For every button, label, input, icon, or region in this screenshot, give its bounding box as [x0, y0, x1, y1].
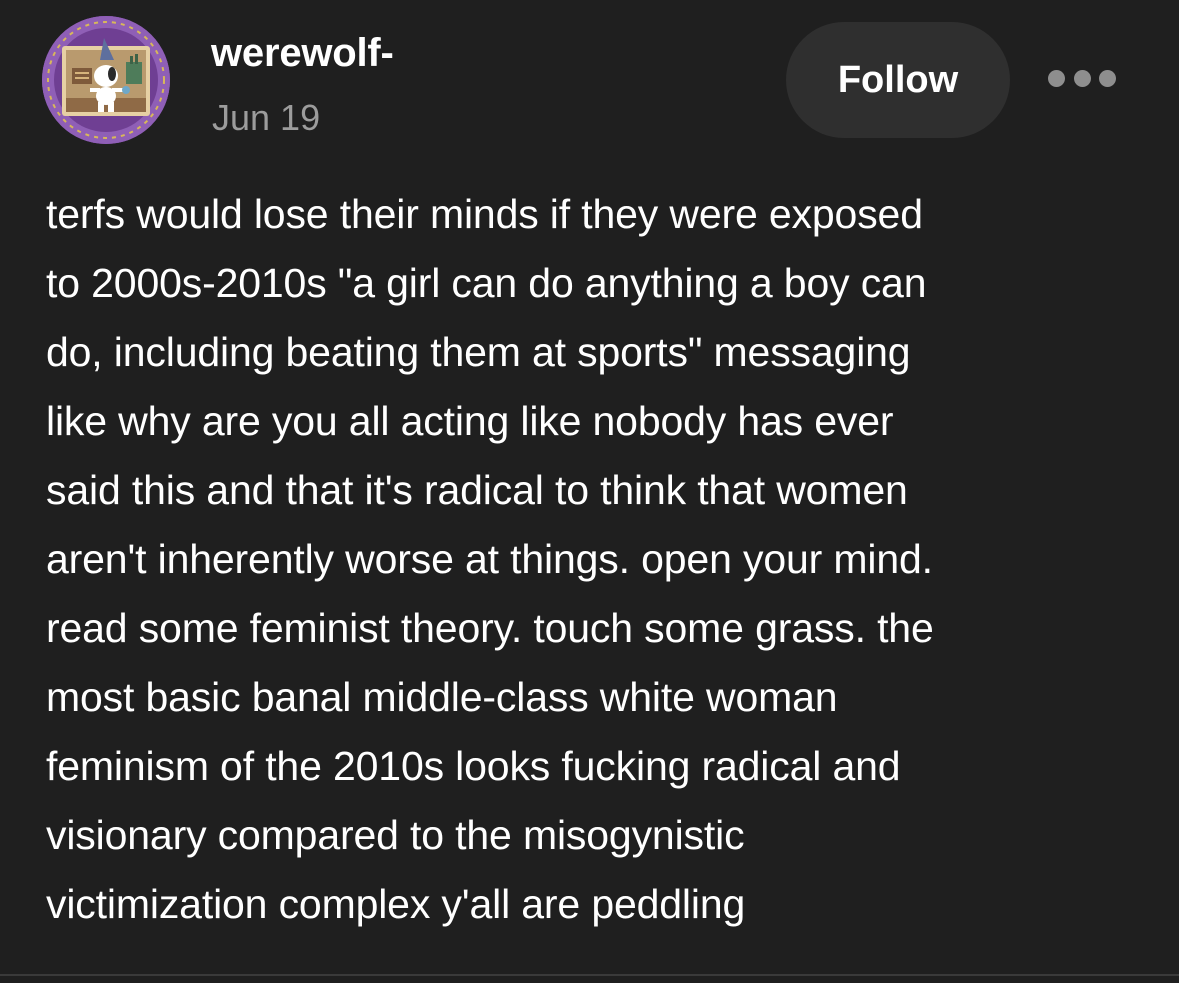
author-username[interactable]: werewolf-	[211, 28, 394, 78]
ellipsis-icon	[1073, 69, 1091, 87]
ellipsis-icon	[1099, 69, 1116, 87]
more-options-button[interactable]	[1048, 66, 1116, 90]
post-text-line: read some feminist theory. touch some gr…	[46, 605, 934, 651]
post-date[interactable]: Jun 19	[212, 95, 320, 141]
ellipsis-icon	[1048, 69, 1065, 87]
follow-button[interactable]: Follow	[786, 22, 1010, 138]
post-text-line: aren't inherently worse at things. open …	[46, 536, 933, 582]
post-text-line: feminism of the 2010s looks fucking radi…	[46, 743, 901, 789]
post-text-line: do, including beating them at sports" me…	[46, 329, 911, 375]
post-text-line: most basic banal middle-class white woma…	[46, 674, 838, 720]
divider	[0, 974, 1179, 976]
avatar-illustration-icon	[42, 16, 170, 144]
post-text-line: like why are you all acting like nobody …	[46, 398, 894, 444]
avatar[interactable]	[42, 16, 170, 144]
post-text-line: victimization complex y'all are peddling	[46, 881, 746, 927]
post-body: terfs would lose their minds if they wer…	[46, 180, 1146, 939]
post-card: werewolf- Jun 19 Follow terfs would lose…	[0, 0, 1179, 983]
post-text-line: said this and that it's radical to think…	[46, 467, 908, 513]
post-text-line: terfs would lose their minds if they wer…	[46, 191, 923, 237]
post-text-line: visionary compared to the misogynistic	[46, 812, 745, 858]
post-text-line: to 2000s-2010s "a girl can do anything a…	[46, 260, 927, 306]
